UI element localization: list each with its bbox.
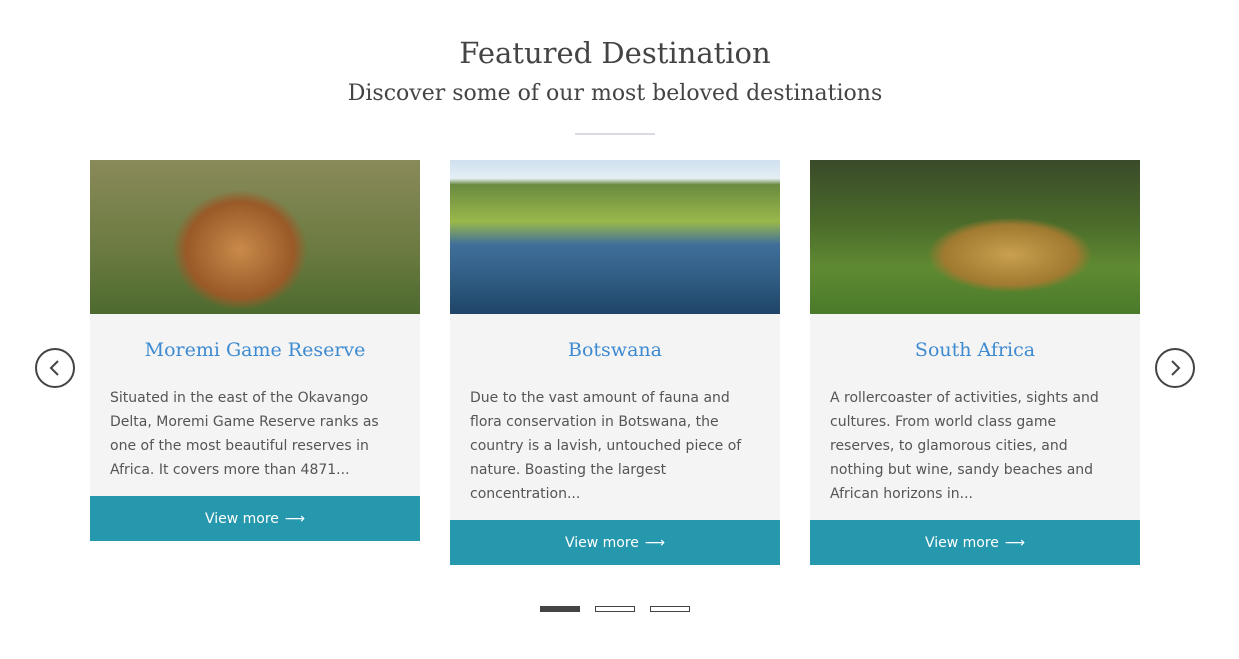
- divider: [575, 133, 655, 135]
- card-title[interactable]: South Africa: [810, 339, 1140, 363]
- view-more-button[interactable]: View more ⟶: [450, 520, 780, 565]
- view-more-button[interactable]: View more ⟶: [90, 496, 420, 541]
- next-button[interactable]: [1155, 348, 1195, 388]
- chevron-left-icon: [49, 360, 59, 376]
- card-title[interactable]: Botswana: [450, 339, 780, 363]
- destination-card: Botswana Due to the vast amount of fauna…: [450, 160, 780, 565]
- button-label: View more: [204, 510, 279, 527]
- leopard-image: [810, 160, 1140, 314]
- carousel-dot-1[interactable]: [540, 606, 580, 612]
- card-description: A rollercoaster of activities, sights an…: [830, 390, 1099, 502]
- section-subtitle: Discover some of our most beloved destin…: [347, 81, 883, 106]
- chevron-right-icon: [1171, 360, 1181, 376]
- arrow-right-icon: ⟶: [644, 534, 665, 551]
- destination-card: South Africa A rollercoaster of activiti…: [810, 160, 1140, 565]
- view-more-button[interactable]: View more ⟶: [810, 520, 1140, 565]
- card-title[interactable]: Moremi Game Reserve: [90, 339, 420, 363]
- button-label: View more: [924, 534, 999, 551]
- section-title: Featured Destination: [459, 36, 771, 70]
- card-description: Situated in the east of the Okavango Del…: [110, 390, 379, 478]
- arrow-right-icon: ⟶: [284, 510, 305, 527]
- elephants-image: [450, 160, 780, 314]
- carousel-dot-2[interactable]: [595, 606, 635, 612]
- lion-image: [90, 160, 420, 314]
- button-label: View more: [564, 534, 639, 551]
- prev-button[interactable]: [35, 348, 75, 388]
- card-description: Due to the vast amount of fauna and flor…: [470, 390, 742, 502]
- carousel-dot-3[interactable]: [650, 606, 690, 612]
- destination-card: Moremi Game Reserve Situated in the east…: [90, 160, 420, 541]
- arrow-right-icon: ⟶: [1004, 534, 1025, 551]
